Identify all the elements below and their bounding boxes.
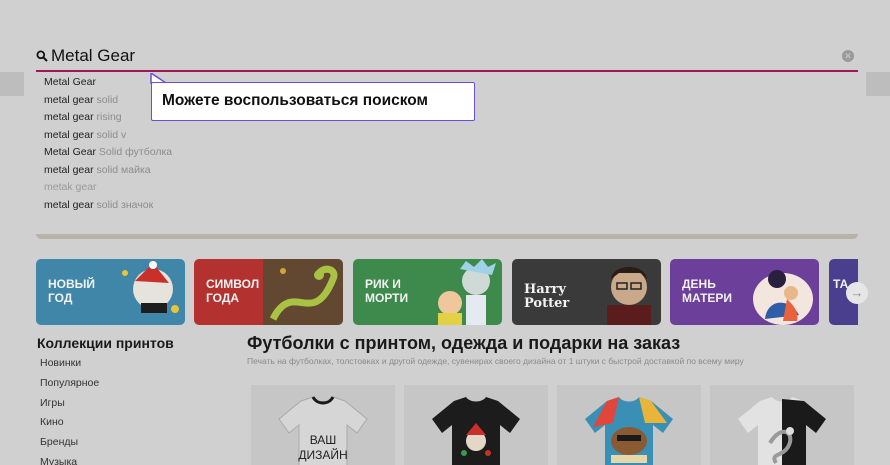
tee-print-line1: ВАШ (309, 433, 337, 447)
banner-bottom-edge (36, 234, 858, 239)
sidebar-item-brands[interactable]: Бренды (40, 435, 99, 455)
collections-carousel: НОВЫЙ ГОД СИМВОЛ ГОДА РИК И МОРТИ Harry … (36, 259, 858, 326)
tshirt-blackwhite-icon (738, 397, 826, 465)
snake-art-icon (263, 259, 343, 325)
collection-card-symbol-year[interactable]: СИМВОЛ ГОДА (194, 259, 343, 325)
santa-art-icon (122, 261, 179, 313)
sidebar-title: Коллекции принтов (37, 335, 174, 351)
collection-card-harry-potter[interactable]: Harry Potter (512, 259, 661, 325)
overlay-edge-right (866, 72, 890, 96)
suggestion-item[interactable]: Metal Gear Solid футболка (44, 144, 294, 162)
search-icon (36, 50, 48, 62)
arrow-right-icon: → (850, 285, 864, 300)
tshirt-colorful-icon (585, 397, 673, 465)
tshirt-black-icon (432, 397, 520, 465)
rick-morty-art-icon (438, 259, 496, 325)
overlay-edge-left (0, 72, 24, 96)
suggestion-item[interactable]: metal gear solid значок (44, 197, 294, 215)
sidebar-item-games[interactable]: Игры (40, 396, 99, 416)
tooltip-text: Можете воспользоваться поиском (162, 92, 429, 109)
search-bar[interactable]: Metal Gear ✕ (36, 42, 858, 72)
sidebar-item-music[interactable]: Музыка (40, 455, 99, 465)
suggestion-item[interactable]: metal gear solid майка (44, 162, 294, 180)
sidebar-list: Новинки Популярное Игры Кино Бренды Музы… (40, 356, 99, 465)
product-card[interactable] (710, 385, 854, 465)
collection-card-rick-morty[interactable]: РИК И МОРТИ (353, 259, 502, 325)
product-card[interactable] (404, 385, 548, 465)
suggestion-item[interactable]: metak gear (44, 179, 294, 197)
collection-card-mother-day[interactable]: ДЕНЬ МАТЕРИ (670, 259, 819, 325)
sidebar-item-movies[interactable]: Кино (40, 415, 99, 435)
sidebar-item-popular[interactable]: Популярное (40, 376, 99, 396)
sidebar-item-new[interactable]: Новинки (40, 356, 99, 376)
product-card[interactable]: ВАШ ДИЗАЙН (251, 385, 395, 465)
onboarding-tooltip: Можете воспользоваться поиском (151, 82, 475, 121)
page-title: Футболки с принтом, одежда и подарки на … (247, 333, 681, 353)
page-subtitle: Печать на футболках, толстовках и другой… (247, 356, 744, 366)
suggestion-item[interactable]: metal gear solid v (44, 127, 294, 145)
collection-card-new-year[interactable]: НОВЫЙ ГОД (36, 259, 185, 325)
search-input[interactable]: Metal Gear (51, 46, 135, 66)
product-card[interactable] (557, 385, 701, 465)
mother-art-icon (753, 270, 813, 325)
tee-print-line2: ДИЗАЙН (298, 448, 348, 462)
harry-potter-art-icon (607, 267, 651, 325)
clear-search-icon[interactable]: ✕ (842, 50, 854, 62)
carousel-next-button[interactable]: → (846, 282, 868, 304)
